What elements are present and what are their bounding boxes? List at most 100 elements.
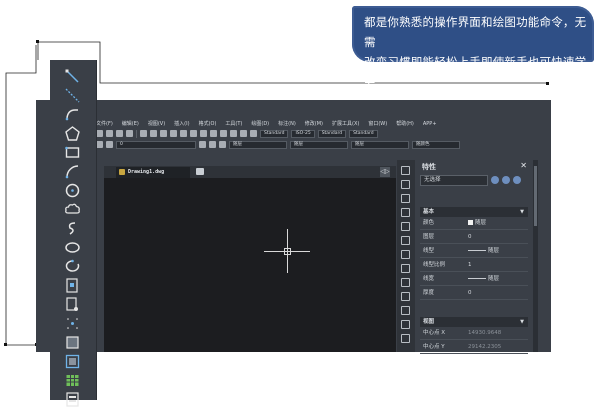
mirror-icon[interactable] bbox=[401, 194, 410, 203]
layer-previous-icon[interactable] bbox=[209, 141, 216, 148]
new-icon[interactable] bbox=[96, 130, 103, 137]
zoom-icon[interactable] bbox=[210, 130, 217, 137]
open-icon[interactable] bbox=[106, 130, 113, 137]
property-row-thickness[interactable]: 厚度 0 bbox=[420, 287, 528, 300]
crosshair-pickbox bbox=[284, 248, 291, 255]
revision-cloud-icon[interactable] bbox=[64, 201, 81, 218]
property-row-color[interactable]: 颜色 随层 bbox=[420, 217, 528, 230]
hatch-icon[interactable] bbox=[64, 334, 81, 351]
property-row-center-x[interactable]: 中心点 X 14930.9648 bbox=[420, 327, 528, 340]
cut-icon[interactable] bbox=[140, 130, 147, 137]
table-style-select[interactable]: Standard bbox=[317, 129, 347, 138]
property-row-linetype[interactable]: 线型 随层 bbox=[420, 245, 528, 258]
point-icon[interactable] bbox=[64, 315, 81, 332]
collapse-arrow-icon[interactable]: ▼ bbox=[520, 317, 524, 327]
selection-dropdown[interactable]: 无选择 bbox=[420, 175, 488, 186]
multileader-style-select[interactable]: Standard bbox=[349, 129, 378, 138]
ellipse-icon[interactable] bbox=[64, 239, 81, 256]
section-view[interactable]: 视图 ▼ bbox=[420, 317, 528, 327]
rotate-icon[interactable] bbox=[401, 250, 410, 259]
trim-icon[interactable] bbox=[401, 292, 410, 301]
table-icon[interactable] bbox=[64, 372, 81, 389]
property-row-linetype-scale[interactable]: 线型比例 1 bbox=[420, 259, 528, 272]
pan-icon[interactable] bbox=[200, 130, 207, 137]
ellipse-arc-icon[interactable] bbox=[64, 258, 81, 275]
properties-scrollbar[interactable] bbox=[533, 160, 538, 352]
region-icon[interactable] bbox=[64, 353, 81, 370]
save-icon[interactable] bbox=[116, 130, 123, 137]
insert-block-icon[interactable] bbox=[64, 277, 81, 294]
polygon-icon[interactable] bbox=[64, 125, 81, 142]
dim-style-select[interactable]: ISO-25 bbox=[291, 129, 315, 138]
collapse-arrow-icon[interactable]: ▼ bbox=[520, 207, 524, 217]
property-value: 14930.9648 bbox=[468, 330, 502, 336]
layer-state-icon[interactable] bbox=[106, 141, 113, 148]
move-icon[interactable] bbox=[401, 236, 410, 245]
lineweight-preview bbox=[468, 278, 486, 279]
property-value: 随层 bbox=[488, 248, 500, 254]
property-value: 0 bbox=[468, 234, 472, 240]
layer-select[interactable]: 0 bbox=[116, 140, 196, 149]
extend-icon[interactable] bbox=[401, 306, 410, 315]
drawing-tab[interactable]: Drawing1.dwg bbox=[116, 167, 190, 178]
collapse-toggle-icon[interactable]: ◁▷ bbox=[380, 167, 390, 177]
layer-manager-icon[interactable] bbox=[96, 141, 103, 148]
property-key: 线型比例 bbox=[423, 262, 446, 268]
match-properties-icon[interactable] bbox=[170, 130, 177, 137]
layer-isolate-icon[interactable] bbox=[219, 141, 226, 148]
copy-icon[interactable] bbox=[150, 130, 157, 137]
plotstyle-select[interactable]: 随颜色 bbox=[412, 140, 460, 149]
spline-icon[interactable] bbox=[64, 220, 81, 237]
rectangle-icon[interactable] bbox=[64, 144, 81, 161]
property-row-lineweight[interactable]: 线宽 随层 bbox=[420, 273, 528, 286]
property-value: 随层 bbox=[475, 220, 487, 226]
erase-icon[interactable] bbox=[401, 166, 410, 175]
property-row-layer[interactable]: 图层 0 bbox=[420, 231, 528, 244]
new-tab-icon[interactable] bbox=[196, 168, 204, 175]
drawing-tab-label: Drawing1.dwg bbox=[128, 169, 165, 175]
linetype-select[interactable]: 随层 bbox=[290, 140, 348, 149]
make-block-icon[interactable] bbox=[64, 296, 81, 313]
draw-toolbar bbox=[50, 60, 96, 407]
print-icon[interactable] bbox=[126, 130, 133, 137]
quick-select-icon[interactable] bbox=[513, 176, 521, 184]
design-center-icon[interactable] bbox=[240, 130, 247, 137]
property-value: 随层 bbox=[488, 276, 500, 282]
properties-panel: 特性 ✕ 无选择 基本 ▼ 颜色 随层 图层 0 线型 随层 线型比例 1 线宽 bbox=[416, 160, 531, 354]
zoom-window-icon[interactable] bbox=[220, 130, 227, 137]
offset-icon[interactable] bbox=[401, 208, 410, 217]
property-key: 颜色 bbox=[423, 220, 435, 226]
color-select[interactable]: 随层 bbox=[229, 140, 287, 149]
polyline-icon[interactable] bbox=[64, 106, 81, 123]
copy-object-icon[interactable] bbox=[401, 180, 410, 189]
text-style-select[interactable]: Standard bbox=[260, 129, 289, 138]
banner-line-1: 都是你熟悉的操作界面和绘图功能命令，无需 bbox=[364, 15, 587, 49]
drawing-canvas[interactable] bbox=[104, 178, 396, 352]
select-objects-icon[interactable] bbox=[502, 176, 510, 184]
construction-line-icon[interactable] bbox=[64, 87, 81, 104]
circle-icon[interactable] bbox=[64, 182, 81, 199]
calculator-icon[interactable] bbox=[250, 130, 257, 137]
property-row-center-y[interactable]: 中心点 Y 29142.2305 bbox=[420, 341, 528, 354]
lineweight-select[interactable]: 随层 bbox=[351, 140, 409, 149]
make-current-icon[interactable] bbox=[199, 141, 206, 148]
mtext-icon[interactable] bbox=[64, 391, 81, 408]
array-icon[interactable] bbox=[401, 222, 410, 231]
undo-icon[interactable] bbox=[180, 130, 187, 137]
break-icon[interactable] bbox=[401, 320, 410, 329]
toggle-pickadd-icon[interactable] bbox=[491, 176, 499, 184]
scrollbar-thumb[interactable] bbox=[534, 166, 537, 226]
paste-icon[interactable] bbox=[160, 130, 167, 137]
redo-icon[interactable] bbox=[190, 130, 197, 137]
modify-toolbar bbox=[397, 160, 415, 352]
drawing-file-icon bbox=[119, 169, 125, 175]
fillet-icon[interactable] bbox=[401, 334, 410, 343]
section-basic[interactable]: 基本 ▼ bbox=[420, 207, 528, 217]
scale-icon[interactable] bbox=[401, 264, 410, 273]
property-key: 厚度 bbox=[423, 290, 435, 296]
properties-icon[interactable] bbox=[230, 130, 237, 137]
arc-icon[interactable] bbox=[64, 163, 81, 180]
close-icon[interactable]: ✕ bbox=[520, 161, 527, 170]
line-icon[interactable] bbox=[64, 68, 81, 85]
stretch-icon[interactable] bbox=[401, 278, 410, 287]
